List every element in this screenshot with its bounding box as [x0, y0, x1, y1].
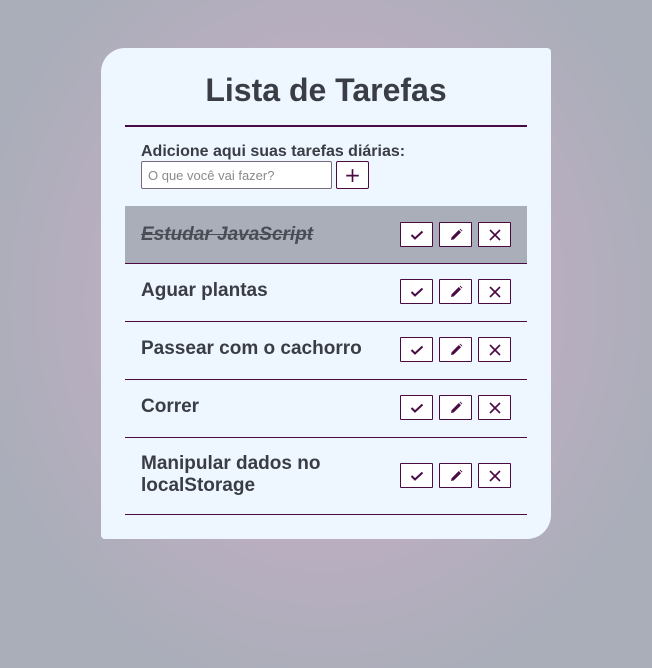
task-text: Correr: [141, 396, 200, 417]
task-text: Passear com o cachorro: [141, 338, 362, 359]
delete-task-button[interactable]: [478, 279, 511, 304]
task-row: Correr: [125, 380, 527, 438]
close-icon: [488, 343, 501, 356]
close-icon: [488, 401, 501, 414]
check-icon: [410, 230, 423, 240]
task-text: Aguar plantas: [141, 280, 268, 301]
edit-task-button[interactable]: [439, 279, 472, 304]
pencil-icon: [450, 401, 462, 413]
task-row: Manipular dados no localStorage: [125, 438, 527, 515]
complete-task-button[interactable]: [400, 395, 433, 420]
title-divider: [125, 125, 527, 127]
add-task-label: Adicione aqui suas tarefas diárias:: [141, 143, 406, 160]
pencil-icon: [450, 469, 462, 481]
add-task-button[interactable]: +: [336, 161, 369, 189]
pencil-icon: [450, 228, 462, 240]
edit-task-button[interactable]: [439, 337, 472, 362]
task-row: Estudar JavaScript: [125, 206, 527, 264]
edit-task-button[interactable]: [439, 222, 472, 247]
check-icon: [410, 345, 423, 355]
task-text: Manipular dados no localStorage: [141, 453, 321, 496]
task-input[interactable]: [141, 161, 332, 189]
task-text: Estudar JavaScript: [141, 224, 314, 245]
todo-card: Lista de Tarefas Adicione aqui suas tare…: [101, 48, 551, 539]
page-title: Lista de Tarefas: [205, 72, 447, 108]
task-list: Estudar JavaScript Aguar plantas Passear…: [125, 206, 527, 515]
pencil-icon: [450, 285, 462, 297]
edit-task-button[interactable]: [439, 463, 472, 488]
delete-task-button[interactable]: [478, 463, 511, 488]
complete-task-button[interactable]: [400, 279, 433, 304]
close-icon: [488, 285, 501, 298]
complete-task-button[interactable]: [400, 222, 433, 247]
check-icon: [410, 403, 423, 413]
task-row: Passear com o cachorro: [125, 322, 527, 380]
task-row: Aguar plantas: [125, 264, 527, 322]
pencil-icon: [450, 343, 462, 355]
check-icon: [410, 471, 423, 481]
check-icon: [410, 287, 423, 297]
complete-task-button[interactable]: [400, 463, 433, 488]
edit-task-button[interactable]: [439, 395, 472, 420]
delete-task-button[interactable]: [478, 395, 511, 420]
complete-task-button[interactable]: [400, 337, 433, 362]
delete-task-button[interactable]: [478, 222, 511, 247]
close-icon: [488, 469, 501, 482]
close-icon: [488, 228, 501, 241]
delete-task-button[interactable]: [478, 337, 511, 362]
